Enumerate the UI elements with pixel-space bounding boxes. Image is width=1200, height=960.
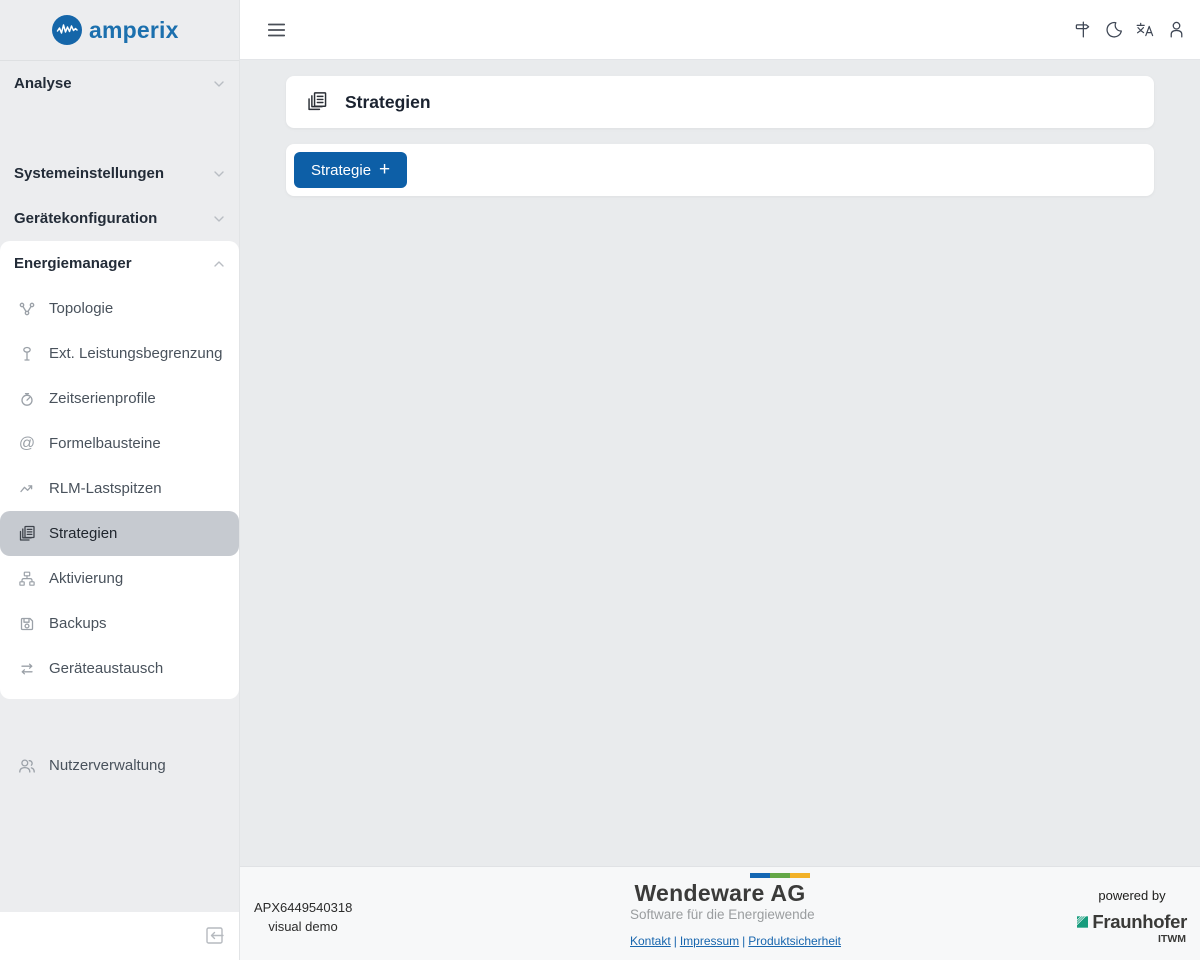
sidebar-section-energiemanager[interactable]: Energiemanager xyxy=(0,241,239,286)
kontakt-link[interactable]: Kontakt xyxy=(630,934,671,948)
strategies-pages-icon xyxy=(306,91,328,113)
menu-toggle-button[interactable] xyxy=(268,22,285,38)
load-peak-arrow-icon xyxy=(18,480,36,498)
at-sign-icon: @ xyxy=(18,435,36,453)
fraunhofer-logo: Fraunhofer xyxy=(1077,909,1187,935)
sidebar-item-zeitserienprofile[interactable]: Zeitserienprofile xyxy=(0,376,239,421)
hamburger-icon xyxy=(268,22,285,38)
collapse-sidebar-button[interactable] xyxy=(204,925,226,947)
device-id: APX6449540318 xyxy=(254,898,352,917)
sidebar-item-backups[interactable]: Backups xyxy=(0,601,239,646)
topbar-icons xyxy=(1073,20,1186,39)
page-header-card: Strategien xyxy=(286,76,1154,128)
powered-by-label: powered by xyxy=(1077,888,1187,903)
collapse-left-arrow-icon xyxy=(204,925,226,947)
sidebar-item-ext-leistungsbegrenzung[interactable]: Ext. Leistungsbegrenzung xyxy=(0,331,239,376)
sitemap-icon xyxy=(18,570,36,588)
sidebar-item-aktivierung[interactable]: Aktivierung xyxy=(0,556,239,601)
footer-links: Kontakt|Impressum|Produktsicherheit xyxy=(630,934,810,948)
swap-arrows-icon xyxy=(18,660,36,678)
sidebar-item-geraeteaustausch[interactable]: Geräteaustausch xyxy=(0,646,239,691)
powered-by-block: powered by Fraunhofer ITWM xyxy=(1077,888,1187,945)
sidebar-nav: Analyse Systemeinstellungen Gerätekonfig… xyxy=(0,61,239,912)
guide-button[interactable] xyxy=(1073,20,1092,39)
impressum-link[interactable]: Impressum xyxy=(680,934,739,948)
plus-icon: + xyxy=(379,160,390,179)
brand-name: amperix xyxy=(89,17,179,44)
moon-icon xyxy=(1104,20,1123,39)
chevron-down-icon xyxy=(212,167,226,181)
chevron-up-icon xyxy=(212,257,226,271)
sidebar-item-strategien[interactable]: Strategien xyxy=(0,511,239,556)
topbar xyxy=(240,0,1200,60)
save-disk-icon xyxy=(18,615,36,633)
actions-card: Strategie + xyxy=(286,144,1154,196)
language-button[interactable] xyxy=(1135,21,1155,39)
strategies-pages-icon xyxy=(18,525,36,543)
app-window: amperix Analyse Systemeinstellungen Gerä… xyxy=(0,0,1200,960)
sidebar-section-systemeinstellungen[interactable]: Systemeinstellungen xyxy=(0,151,239,196)
sidebar-section-geraetekonfiguration[interactable]: Gerätekonfiguration xyxy=(0,196,239,241)
wendeware-logo: Wendeware AG Software für die Energiewen… xyxy=(630,873,810,948)
content-column: Strategien Strategie + APX6449540318 vis… xyxy=(240,0,1200,960)
sidebar-item-nutzerverwaltung[interactable]: Nutzerverwaltung xyxy=(0,743,239,788)
wendeware-company-name: Wendeware AG xyxy=(630,880,810,906)
users-icon xyxy=(18,757,36,775)
brand-logo[interactable]: amperix xyxy=(0,0,239,61)
sidebar-section-energiemanager-expanded: Energiemanager Topologie xyxy=(0,241,239,699)
demo-mode-label: visual demo xyxy=(254,917,352,936)
wendeware-tagline: Software für die Energiewende xyxy=(630,907,810,923)
page-title: Strategien xyxy=(345,92,431,113)
sidebar-item-rlm-lastspitzen[interactable]: RLM-Lastspitzen xyxy=(0,466,239,511)
sidebar-footer xyxy=(0,912,239,960)
chevron-down-icon xyxy=(212,77,226,91)
translate-icon xyxy=(1135,21,1155,39)
wendeware-color-bar xyxy=(630,873,810,878)
timer-icon xyxy=(18,390,36,408)
device-info: APX6449540318 visual demo xyxy=(254,898,352,936)
account-button[interactable] xyxy=(1167,20,1186,39)
footer: APX6449540318 visual demo Wendeware AG S… xyxy=(240,866,1200,960)
sidebar-item-formelbausteine[interactable]: @ Formelbausteine xyxy=(0,421,239,466)
dark-mode-button[interactable] xyxy=(1104,20,1123,39)
sidebar-section-analyse[interactable]: Analyse xyxy=(0,61,239,106)
user-icon xyxy=(1167,20,1186,39)
fraunhofer-mark-icon xyxy=(1077,909,1088,935)
produktsicherheit-link[interactable]: Produktsicherheit xyxy=(748,934,841,948)
amperix-wave-icon xyxy=(52,15,82,45)
chevron-down-icon xyxy=(212,212,226,226)
sidebar: amperix Analyse Systemeinstellungen Gerä… xyxy=(0,0,240,960)
topology-icon xyxy=(18,300,36,318)
add-strategy-button[interactable]: Strategie + xyxy=(294,152,407,188)
signpost-icon xyxy=(1073,20,1092,39)
fraunhofer-name: Fraunhofer xyxy=(1092,911,1187,933)
power-limit-mast-icon xyxy=(18,345,36,363)
fraunhofer-unit: ITWM xyxy=(1077,933,1187,945)
sidebar-item-topologie[interactable]: Topologie xyxy=(0,286,239,331)
main-content: Strategien Strategie + xyxy=(240,60,1200,866)
